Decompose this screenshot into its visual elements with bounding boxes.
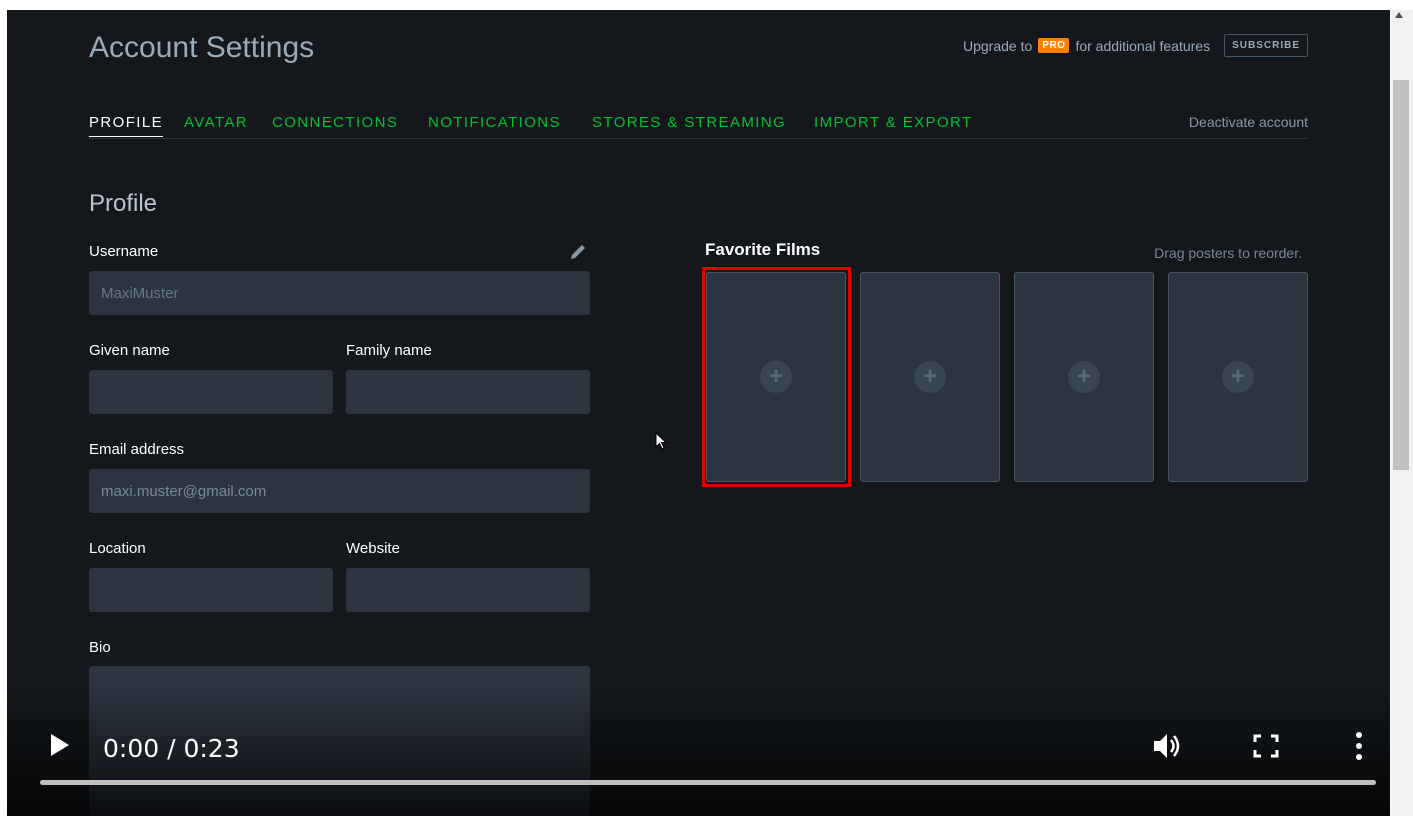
website-label: Website xyxy=(346,540,400,557)
more-options-icon[interactable] xyxy=(1353,730,1365,762)
given-name-label: Given name xyxy=(89,342,170,359)
time-display: 0:00 / 0:23 xyxy=(103,734,240,763)
family-name-label: Family name xyxy=(346,342,432,359)
family-name-field[interactable] xyxy=(346,370,590,414)
username-field: MaxiMuster xyxy=(89,271,590,315)
tab-avatar[interactable]: AVATAR xyxy=(184,114,248,136)
upgrade-banner: Upgrade to PRO for additional features S… xyxy=(963,34,1308,57)
website-field[interactable] xyxy=(346,568,590,612)
location-label: Location xyxy=(89,540,146,557)
subscribe-button[interactable]: SUBSCRIBE xyxy=(1224,34,1308,57)
fullscreen-icon[interactable] xyxy=(1253,734,1279,758)
film-slot-3[interactable]: + xyxy=(1014,272,1154,482)
favorite-films-title: Favorite Films xyxy=(705,240,821,259)
pro-badge[interactable]: PRO xyxy=(1038,38,1070,53)
email-field[interactable]: maxi.muster@gmail.com xyxy=(89,469,590,513)
play-icon[interactable] xyxy=(49,732,71,758)
tab-notifications[interactable]: NOTIFICATIONS xyxy=(428,114,561,136)
scrollbar-thumb[interactable] xyxy=(1393,80,1409,470)
location-field[interactable] xyxy=(89,568,333,612)
profile-section-title: Profile xyxy=(89,190,158,217)
tab-connections[interactable]: CONNECTIONS xyxy=(272,114,398,136)
scroll-up-arrow-icon[interactable] xyxy=(1395,12,1403,18)
highlight-box xyxy=(702,267,851,487)
given-name-field[interactable] xyxy=(89,370,333,414)
video-controls: 0:00 / 0:23 xyxy=(7,686,1390,816)
page-title: Account Settings xyxy=(89,31,315,64)
tab-import-export[interactable]: IMPORT & EXPORT xyxy=(814,114,973,136)
upgrade-suffix: for additional features xyxy=(1075,37,1211,54)
pencil-icon[interactable] xyxy=(567,241,589,263)
deactivate-account-link[interactable]: Deactivate account xyxy=(1189,114,1308,130)
favorite-films-hint: Drag posters to reorder. xyxy=(1154,245,1302,261)
mouse-cursor-icon xyxy=(655,432,668,450)
bio-label: Bio xyxy=(89,639,111,656)
add-icon: + xyxy=(1222,361,1254,393)
add-icon: + xyxy=(914,361,946,393)
upgrade-prefix: Upgrade to xyxy=(963,37,1033,54)
tab-stores-streaming[interactable]: STORES & STREAMING xyxy=(592,114,786,136)
email-label: Email address xyxy=(89,441,185,458)
tab-profile[interactable]: PROFILE xyxy=(89,114,163,137)
settings-tabs: PROFILE AVATAR CONNECTIONS NOTIFICATIONS… xyxy=(89,114,1308,139)
film-slot-4[interactable]: + xyxy=(1168,272,1308,482)
volume-icon[interactable] xyxy=(1152,731,1186,761)
video-frame: Account Settings Upgrade to PRO for addi… xyxy=(7,10,1390,816)
add-icon: + xyxy=(1068,361,1100,393)
progress-bar[interactable] xyxy=(40,780,1376,785)
film-slot-2[interactable]: + xyxy=(860,272,1000,482)
username-label: Username xyxy=(89,243,159,260)
